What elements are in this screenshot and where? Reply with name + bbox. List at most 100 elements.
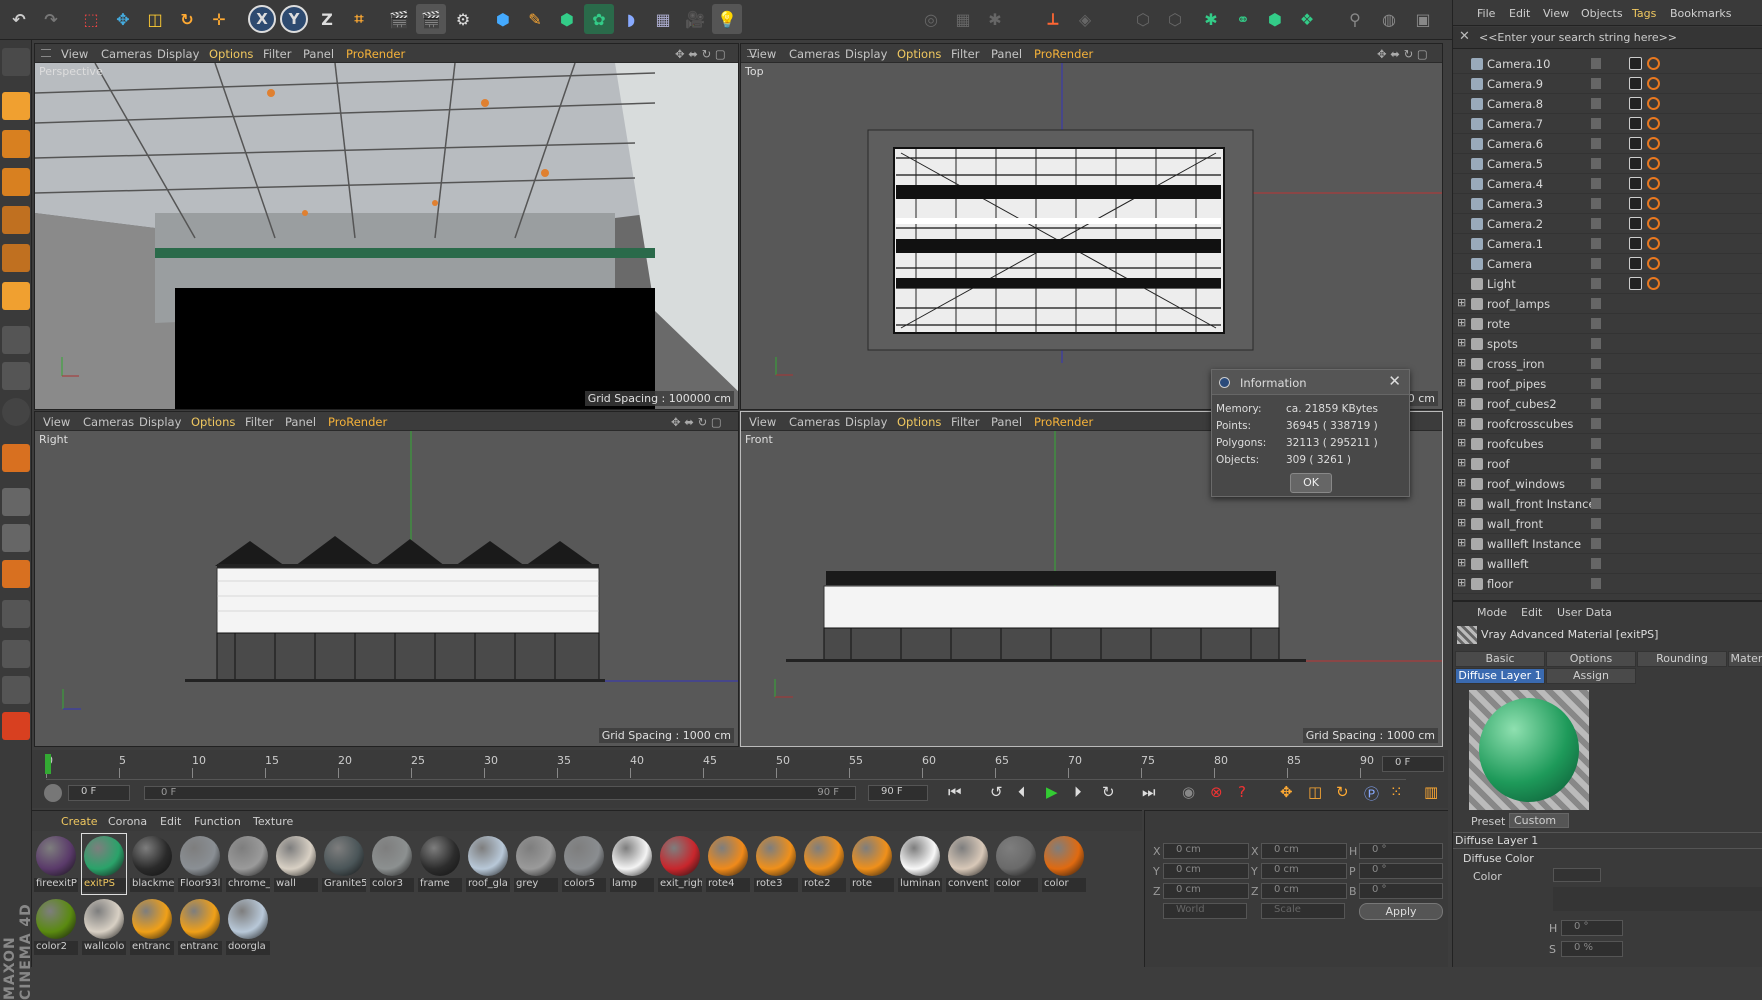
edges-mode-icon[interactable]: ⬡ xyxy=(1160,4,1190,34)
menu-panel[interactable]: Panel xyxy=(991,47,1022,61)
live-selection-icon[interactable]: ⬚ xyxy=(76,4,106,34)
tag-icon[interactable] xyxy=(1629,157,1642,170)
object-name[interactable]: Camera.4 xyxy=(1487,177,1543,191)
protection-tag-icon[interactable] xyxy=(1647,237,1660,250)
visibility-toggle[interactable] xyxy=(1591,578,1601,589)
object-row[interactable]: ⊞ roofcubes xyxy=(1453,434,1762,454)
magnet-icon[interactable] xyxy=(2,444,30,472)
tag-icon[interactable] xyxy=(1629,217,1642,230)
expand-icon[interactable]: ⊞ xyxy=(1457,336,1466,349)
viewport-nav-icons[interactable]: ✥ ⬌ ↻ ▢ xyxy=(1377,47,1428,61)
viewport-right[interactable]: View Cameras Display Options Filter Pane… xyxy=(34,411,739,747)
light-icon[interactable]: 💡 xyxy=(712,4,742,34)
close-search-icon[interactable]: ✕ xyxy=(1459,29,1470,44)
undo-icon[interactable]: ↶ xyxy=(4,4,34,34)
menu-panel[interactable]: Panel xyxy=(285,415,316,429)
visibility-toggle[interactable] xyxy=(1591,358,1601,369)
make-editable-icon[interactable] xyxy=(2,48,30,76)
menu-edit[interactable]: Edit xyxy=(1521,606,1542,619)
object-name[interactable]: roofcrosscubes xyxy=(1487,417,1573,431)
menu-tags[interactable]: Tags xyxy=(1632,7,1656,20)
menu-display[interactable]: Display xyxy=(157,47,199,61)
keyframe-icon[interactable]: ◉ xyxy=(1182,783,1195,801)
material-swatch[interactable]: rote3 xyxy=(754,834,798,894)
lock-y-axis-icon[interactable]: Y xyxy=(280,5,308,33)
menu-filter[interactable]: Filter xyxy=(951,415,979,429)
object-row[interactable]: Camera xyxy=(1453,254,1762,274)
coord-b-field[interactable]: 0 ° xyxy=(1359,883,1443,899)
deformer-icon[interactable]: ◗ xyxy=(616,4,646,34)
material-swatch[interactable]: grey xyxy=(514,834,558,894)
object-row[interactable]: ⊞ roof xyxy=(1453,454,1762,474)
protection-tag-icon[interactable] xyxy=(1647,57,1660,70)
object-name[interactable]: Camera.2 xyxy=(1487,217,1543,231)
object-row[interactable]: ⊞ roof_windows xyxy=(1453,474,1762,494)
object-name[interactable]: roof_lamps xyxy=(1487,297,1550,311)
object-row[interactable]: ⊞ wallleft Instance xyxy=(1453,534,1762,554)
menu-display[interactable]: Display xyxy=(845,415,887,429)
material-swatch[interactable]: Granite5 xyxy=(322,834,366,894)
scale-dropdown[interactable]: Scale xyxy=(1261,903,1345,919)
scale-icon[interactable]: ◫ xyxy=(140,4,170,34)
visibility-toggle[interactable] xyxy=(1591,518,1601,529)
menu-prorender[interactable]: ProRender xyxy=(1034,47,1093,61)
key-rotate-icon[interactable]: ↻ xyxy=(1336,783,1349,801)
material-swatch[interactable]: roof_gla xyxy=(466,834,510,894)
model-mode-icon[interactable]: ◎ xyxy=(916,4,946,34)
object-row[interactable]: Camera.1 xyxy=(1453,234,1762,254)
material-swatch[interactable]: exit_righ xyxy=(658,834,702,894)
material-swatch[interactable]: rote2 xyxy=(802,834,846,894)
protection-tag-icon[interactable] xyxy=(1647,277,1660,290)
key-move-icon[interactable]: ✥ xyxy=(1280,783,1293,801)
tag-icon[interactable] xyxy=(1629,117,1642,130)
coord-y-field[interactable]: 0 cm xyxy=(1163,863,1249,879)
material-swatch[interactable]: color3 xyxy=(370,834,414,894)
section-diffuse-color[interactable]: Diffuse Color xyxy=(1463,852,1534,865)
play-icon[interactable]: ▶ xyxy=(1046,783,1058,801)
tag-icon[interactable] xyxy=(1629,77,1642,90)
tab-rounding[interactable]: Rounding xyxy=(1637,651,1727,667)
menu-function[interactable]: Function xyxy=(194,815,241,828)
dialog-titlebar[interactable]: Information ✕ xyxy=(1212,370,1409,395)
menu-cameras[interactable]: Cameras xyxy=(83,415,134,429)
material-swatch[interactable]: lamp xyxy=(610,834,654,894)
render-region-icon[interactable] xyxy=(2,560,30,588)
object-row[interactable]: ⊞ wallleft xyxy=(1453,554,1762,574)
material-swatch[interactable]: doorgla xyxy=(226,897,270,957)
menu-objects[interactable]: Objects xyxy=(1581,7,1623,20)
visibility-toggle[interactable] xyxy=(1591,178,1601,189)
tab-options[interactable]: Options xyxy=(1546,651,1636,667)
protection-tag-icon[interactable] xyxy=(1647,257,1660,270)
visibility-toggle[interactable] xyxy=(1591,418,1601,429)
menu-corona[interactable]: Corona xyxy=(108,815,147,828)
tweak-icon[interactable]: ◈ xyxy=(1070,4,1100,34)
prev-frame-icon[interactable]: ⏴ xyxy=(1018,783,1026,801)
viewport-nav-icons[interactable]: ✥ ⬌ ↻ ▢ xyxy=(671,415,722,429)
tab-basic[interactable]: Basic xyxy=(1455,651,1545,667)
material-swatch[interactable]: wallcolo xyxy=(82,897,126,957)
object-name[interactable]: Light xyxy=(1487,277,1516,291)
expand-icon[interactable]: ⊞ xyxy=(1457,556,1466,569)
tag-icon[interactable] xyxy=(1629,197,1642,210)
material-swatch[interactable]: entranc xyxy=(130,897,174,957)
visibility-toggle[interactable] xyxy=(1591,338,1601,349)
object-name[interactable]: roof xyxy=(1487,457,1510,471)
snap-lock-icon[interactable] xyxy=(2,524,30,552)
prev-key-icon[interactable]: ↺ xyxy=(990,783,1003,801)
expand-icon[interactable]: ⊞ xyxy=(1457,476,1466,489)
axis-icon[interactable] xyxy=(2,326,30,354)
expand-icon[interactable]: ⊞ xyxy=(1457,296,1466,309)
autokey-icon[interactable]: ? xyxy=(1238,783,1246,801)
object-name[interactable]: Camera.8 xyxy=(1487,97,1543,111)
visibility-toggle[interactable] xyxy=(1591,298,1601,309)
object-row[interactable]: ⊞ cross_iron xyxy=(1453,354,1762,374)
workplane-icon[interactable]: ✱ xyxy=(980,4,1010,34)
tab-diffuse-layer-1[interactable]: Diffuse Layer 1 xyxy=(1455,668,1545,684)
color-swatch[interactable] xyxy=(1553,868,1601,882)
move-icon[interactable]: ✥ xyxy=(108,4,138,34)
visibility-toggle[interactable] xyxy=(1591,278,1601,289)
object-row[interactable]: Light xyxy=(1453,274,1762,294)
object-row[interactable]: ⊞ roofcrosscubes xyxy=(1453,414,1762,434)
timeline[interactable]: 051015202530354045505560657075808590 0 F xyxy=(32,750,1448,780)
pen-icon[interactable]: ✎ xyxy=(520,4,550,34)
